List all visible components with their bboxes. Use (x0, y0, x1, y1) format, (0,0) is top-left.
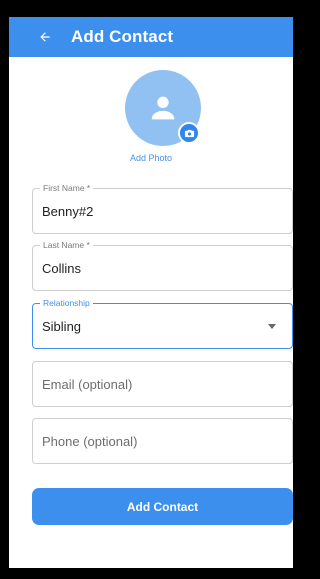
add-photo-avatar[interactable] (125, 70, 201, 146)
email-placeholder: Email (optional) (42, 377, 133, 392)
relationship-value: Sibling (42, 319, 82, 334)
back-button[interactable] (31, 17, 59, 57)
last-name-label: Last Name * (40, 240, 93, 251)
app-bar: Add Contact (9, 17, 293, 57)
first-name-value: Benny#2 (42, 204, 94, 219)
phone-field[interactable]: Phone (optional) (32, 418, 293, 464)
person-icon (151, 96, 175, 120)
chevron-down-icon[interactable] (268, 324, 276, 329)
add-photo-link[interactable]: Add Photo (9, 153, 293, 163)
camera-badge[interactable] (178, 122, 200, 144)
first-name-field[interactable]: First Name * Benny#2 (32, 183, 293, 234)
page-title: Add Contact (71, 27, 174, 46)
app-screen: Add Contact Add Photo First Name * Benny… (9, 17, 293, 568)
last-name-field[interactable]: Last Name * Collins (32, 240, 293, 291)
relationship-select[interactable]: Relationship Sibling (32, 298, 293, 349)
arrow-left-icon (40, 32, 50, 42)
phone-placeholder: Phone (optional) (42, 434, 138, 449)
add-contact-button[interactable]: Add Contact (32, 488, 293, 525)
email-field[interactable]: Email (optional) (32, 361, 293, 407)
camera-icon (184, 129, 194, 137)
first-name-label: First Name * (40, 183, 94, 194)
last-name-value: Collins (42, 261, 82, 276)
relationship-label: Relationship (40, 298, 93, 309)
